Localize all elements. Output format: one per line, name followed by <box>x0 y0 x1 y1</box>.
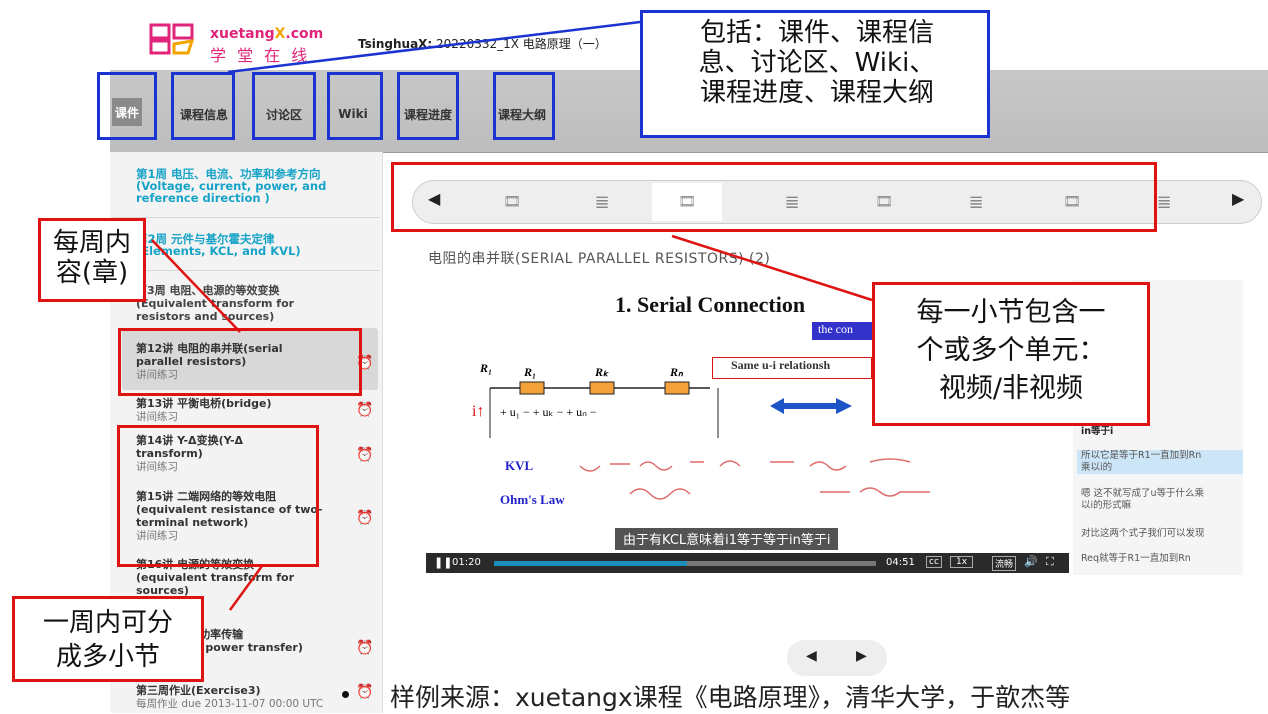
logo-text-post: .com <box>285 26 324 42</box>
sidebar-week-1[interactable]: 第1周 电压、电流、功率和参考方向 (Voltage, current, pow… <box>136 168 326 204</box>
logo-text-pre: xuetang <box>210 26 275 42</box>
bullet-dot <box>342 691 349 698</box>
section-title: 第13讲 平衡电桥(bridge) <box>136 397 272 410</box>
alarm-clock-icon: ⏰ <box>356 402 374 418</box>
video-total-time: 04:51 <box>886 557 915 568</box>
svg-text:R₁: R₁ <box>523 365 536 379</box>
svg-text:Rₙ: Rₙ <box>669 365 684 379</box>
annotation-seq-box <box>391 162 1157 232</box>
svg-text:Rₖ: Rₖ <box>594 365 610 379</box>
annotation-week-text: 每周内 容(章) <box>52 228 131 288</box>
annotation-section-text: 一周内可分 成多小节 <box>42 608 173 672</box>
sidebar-week-2[interactable]: 第2周 元件与基尔霍夫定律 (Elements, KCL, and KVL) <box>136 233 301 257</box>
course-name: 20220332_1X 电路原理（一） <box>432 37 607 51</box>
volume-icon[interactable]: 🔊 <box>1024 555 1038 568</box>
annotation-box-tab <box>252 72 316 140</box>
annotation-box-tab <box>493 72 555 140</box>
logo-wordmark-en[interactable]: xuetangX.com <box>210 26 323 42</box>
slide-tag: the con <box>812 322 880 340</box>
alarm-clock-icon: ⏰ <box>356 447 374 463</box>
transcript-line-highlight[interactable]: 所以它是等于R1一直加到Rn 乘以i的 <box>1077 450 1243 474</box>
section-subtitle: 每周作业 due 2013-11-07 00:00 UTC <box>136 698 324 710</box>
alarm-clock-icon: ⏰ <box>356 640 374 656</box>
annotation-box-tab <box>397 72 459 140</box>
alarm-clock-icon: ⏰ <box>356 510 374 526</box>
transcript-line[interactable]: 对比这两个式子我们可以发现 <box>1081 528 1241 540</box>
course-org: TsinghuaX: <box>358 37 433 51</box>
seq-next-arrow-icon[interactable]: ▶ <box>1232 189 1244 208</box>
transcript-line[interactable]: 嗯 这不就写成了u等于什么乘 以i的形式嘛 <box>1081 488 1241 512</box>
svg-text:+ u₁ − + uₖ − + uₙ −: + u₁ − + uₖ − + uₙ − <box>500 405 597 419</box>
annotation-tabs-text: 包括：课件、课程信 息、讨论区、Wiki、 课程进度、课程大纲 <box>698 18 936 108</box>
annotation-unit-text: 每一小节包含一 个或多个单元： 视频/非视频 <box>916 297 1106 404</box>
video-current-time: 01:20 <box>452 557 481 568</box>
slide-heading: 1. Serial Connection <box>615 292 806 317</box>
prev-arrow-icon[interactable]: ◀ <box>806 648 817 664</box>
annotation-box-tab <box>171 72 235 140</box>
handwritten-equations <box>579 458 930 500</box>
video-progress-fill <box>494 561 687 566</box>
fullscreen-icon[interactable]: ⛶ <box>1046 555 1054 569</box>
svg-text:i↑: i↑ <box>472 403 484 420</box>
slide-kvl-label: KVL <box>505 458 534 473</box>
bottom-seq-nav <box>787 640 887 676</box>
unit-title: 电阻的串并联(SERIAL PARALLEL RESISTORS) (2) <box>428 251 771 267</box>
sidebar-divider <box>112 270 380 271</box>
pause-icon[interactable]: ❚❚ <box>434 556 452 569</box>
source-caption: 样例来源：xuetangx课程《电路原理》，清华大学，于歆杰等 <box>390 683 1071 712</box>
sidebar-divider <box>112 217 380 218</box>
course-title: TsinghuaX: 20220332_1X 电路原理（一） <box>358 35 607 52</box>
section-13[interactable]: 第13讲 平衡电桥(bridge) 讲间练习 <box>136 397 271 424</box>
svg-text:R₁: R₁ <box>479 361 492 375</box>
circuit-diagram: R₁ R₁ Rₖ Rₙ + u₁ − + uₖ − + uₙ − i↑ <box>472 361 852 438</box>
section-title: 第三周作业(Exercise3) <box>136 684 261 697</box>
annotation-box-tab <box>97 72 157 140</box>
speed-button[interactable]: 1x <box>950 556 974 568</box>
alarm-clock-icon: ⏰ <box>356 684 374 700</box>
logo-book-icon <box>149 23 195 55</box>
annotation-section-box <box>118 328 362 396</box>
slide-ohm-label: Ohm's Law <box>500 492 565 507</box>
annotation-box-tab <box>327 72 383 140</box>
quality-button[interactable]: 流畅 <box>992 556 1017 571</box>
section-exercise-3[interactable]: 第三周作业(Exercise3) 每周作业 due 2013-11-07 00:0… <box>136 684 323 711</box>
logo-text-x: X <box>274 26 286 42</box>
section-subtitle: 讲间练习 <box>136 411 178 423</box>
annotation-sections-box <box>117 425 319 567</box>
next-arrow-icon[interactable]: ▶ <box>856 648 867 664</box>
transcript-line[interactable]: Req就等于R1一直加到Rn <box>1081 553 1241 565</box>
captions-icon[interactable]: cc <box>926 556 942 568</box>
video-subtitle: 由于有KCL意味着i1等于等于in等于i <box>615 528 839 550</box>
logo-wordmark-cn: 学 堂 在 线 <box>210 46 311 65</box>
sidebar-week-3[interactable]: 第3周 电阻、电源的等效变换 (Equivalent transform for… <box>136 284 294 323</box>
